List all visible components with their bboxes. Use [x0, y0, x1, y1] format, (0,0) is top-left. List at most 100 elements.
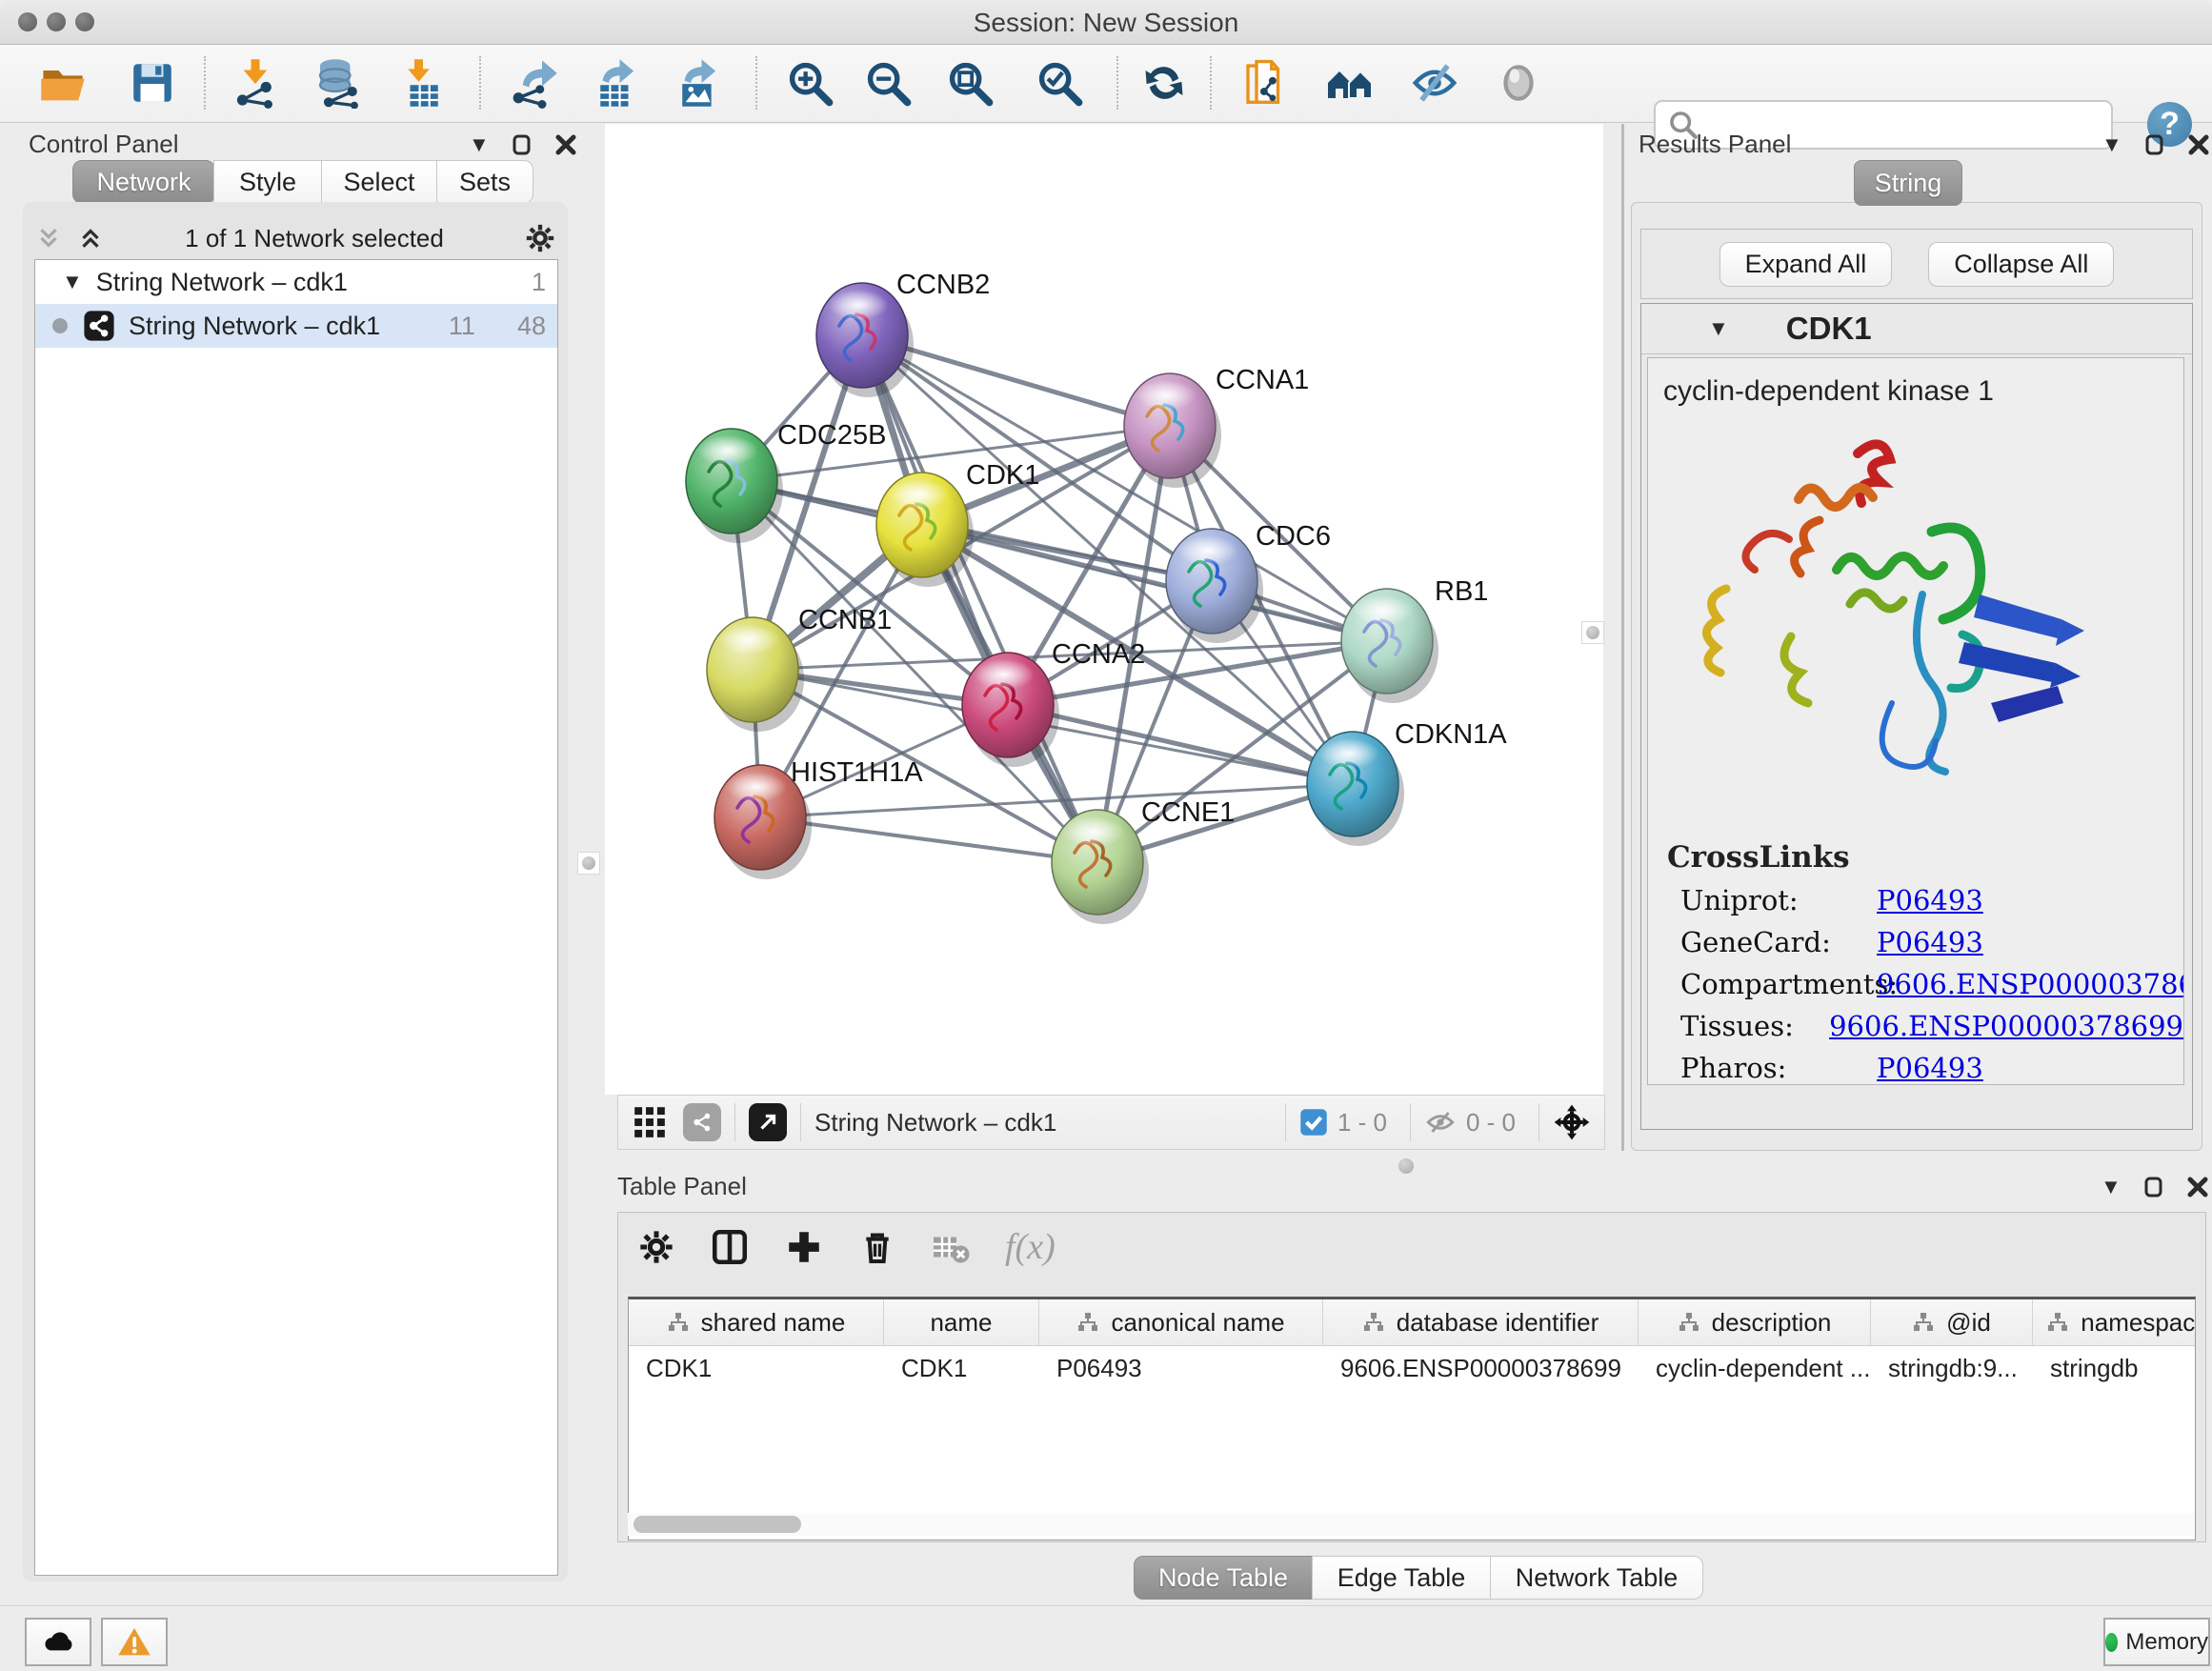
zoom-fit-button[interactable]: [939, 52, 1000, 113]
tab-string[interactable]: String: [1854, 160, 1962, 206]
network-node-CDC25B[interactable]: [686, 429, 783, 543]
refresh-view-button[interactable]: [1134, 52, 1195, 113]
string-home-button[interactable]: [1320, 52, 1381, 113]
table-cell[interactable]: 9606.ENSP00000378699: [1323, 1354, 1639, 1383]
panel-menu-icon[interactable]: ▼: [469, 134, 490, 155]
expand-all-button[interactable]: Expand All: [1719, 242, 1893, 287]
crosslink-compartments-link[interactable]: 9606.ENSP00000378699: [1877, 968, 2184, 1000]
close-panel-icon[interactable]: [554, 133, 577, 156]
column-header-description[interactable]: description: [1639, 1299, 1871, 1345]
clone-network-button[interactable]: [1235, 52, 1296, 113]
grid-view-icon[interactable]: [632, 1104, 668, 1140]
close-panel-icon[interactable]: [2186, 1176, 2209, 1198]
panel-menu-icon[interactable]: ▼: [2101, 1177, 2122, 1198]
tab-edge-table[interactable]: Edge Table: [1312, 1556, 1491, 1600]
tab-network[interactable]: Network: [72, 160, 215, 204]
table-cell[interactable]: P06493: [1039, 1354, 1323, 1383]
show-columns-icon[interactable]: [710, 1227, 750, 1267]
open-session-button[interactable]: [32, 52, 93, 113]
memory-button[interactable]: Memory: [2103, 1618, 2210, 1666]
column-header-database-identifier[interactable]: database identifier: [1323, 1299, 1639, 1345]
float-panel-icon[interactable]: [2143, 133, 2166, 156]
delete-column-icon[interactable]: [858, 1228, 896, 1266]
right-splitter[interactable]: [1621, 124, 1624, 1151]
expand-collapse-box: Expand All Collapse All: [1640, 229, 2193, 299]
table-cell[interactable]: CDK1: [884, 1354, 1039, 1383]
zoom-selected-button[interactable]: [1029, 52, 1090, 113]
close-panel-icon[interactable]: [2187, 133, 2210, 156]
float-panel-icon[interactable]: [511, 133, 533, 156]
gene-section-header[interactable]: ▼ CDK1: [1641, 304, 2192, 354]
network-node-CDK1[interactable]: [876, 473, 974, 587]
scrollbar-thumb[interactable]: [633, 1516, 801, 1533]
import-network-button[interactable]: [225, 52, 286, 113]
show-graphics-details-button[interactable]: [1488, 52, 1549, 113]
zoom-out-button[interactable]: [857, 52, 918, 113]
table-body: CDK1CDK1P064939606.ENSP00000378699cyclin…: [629, 1346, 2195, 1390]
collapse-all-chevron-icon[interactable]: [34, 224, 63, 252]
crosslink-pharos-link[interactable]: P06493: [1877, 1052, 1983, 1084]
pan-crosshair-icon[interactable]: [1553, 1103, 1591, 1141]
toolbar-divider: [800, 1103, 801, 1141]
crosslink-uniprot-link[interactable]: P06493: [1877, 884, 1983, 916]
tab-sets[interactable]: Sets: [436, 160, 533, 204]
left-splitter-handle[interactable]: [577, 852, 600, 875]
detach-view-icon[interactable]: [749, 1103, 787, 1141]
column-header-canonical-name[interactable]: canonical name: [1039, 1299, 1323, 1345]
crosslink-tissues-link[interactable]: 9606.ENSP00000378699: [1829, 1010, 2183, 1042]
network-node-CCNA2[interactable]: [962, 653, 1059, 767]
export-network-button[interactable]: [503, 52, 564, 113]
table-horizontal-scrollbar[interactable]: [628, 1513, 2194, 1536]
network-canvas[interactable]: CCNB2CCNA1CDC25BCDK1CDC6RB1CCNB1CCNA2CDK…: [605, 124, 1603, 1095]
right-splitter-handle[interactable]: [1581, 621, 1604, 644]
hide-graphics-details-button[interactable]: [1404, 52, 1465, 113]
network-node-CCNB2[interactable]: [816, 283, 914, 397]
network-node-count: 11: [449, 312, 475, 341]
node-label-RB1: RB1: [1435, 576, 1488, 607]
export-table-button[interactable]: [585, 52, 646, 113]
network-collection-row[interactable]: ▼ String Network – cdk1 1: [35, 260, 557, 304]
tab-select[interactable]: Select: [321, 160, 437, 204]
table-row[interactable]: CDK1CDK1P064939606.ENSP00000378699cyclin…: [629, 1346, 2195, 1390]
network-view-toolbar: String Network – cdk1 1 - 0 0 - 0: [617, 1095, 1605, 1150]
table-cell[interactable]: cyclin-dependent ...: [1639, 1354, 1871, 1383]
network-node-CCNA1[interactable]: [1124, 373, 1221, 488]
import-from-database-button[interactable]: [307, 52, 368, 113]
collapse-all-button[interactable]: Collapse All: [1928, 242, 2114, 287]
crosslink-genecard-link[interactable]: P06493: [1877, 926, 1983, 958]
import-table-button[interactable]: [392, 52, 453, 113]
tab-node-table[interactable]: Node Table: [1134, 1556, 1313, 1600]
float-panel-icon[interactable]: [2142, 1176, 2165, 1198]
export-image-button[interactable]: [667, 52, 728, 113]
panel-menu-icon[interactable]: ▼: [2101, 134, 2122, 155]
save-session-button[interactable]: [122, 52, 183, 113]
zoom-in-button[interactable]: [779, 52, 840, 113]
collection-disclosure-icon[interactable]: ▼: [62, 272, 83, 292]
add-column-icon[interactable]: [784, 1227, 824, 1267]
network-node-CCNE1[interactable]: [1052, 810, 1149, 924]
column-header-shared-name[interactable]: shared name: [629, 1299, 884, 1345]
gene-disclosure-icon[interactable]: ▼: [1708, 318, 1729, 339]
table-cell[interactable]: stringdb:9...: [1871, 1354, 2033, 1383]
gear-icon[interactable]: [524, 222, 556, 254]
network-node-RB1[interactable]: [1341, 589, 1438, 703]
column-header-namespace[interactable]: namespace: [2033, 1299, 2196, 1345]
column-header-name[interactable]: name: [884, 1299, 1039, 1345]
tab-network-table[interactable]: Network Table: [1490, 1556, 1703, 1600]
network-share-view-icon[interactable]: [683, 1103, 721, 1141]
network-node-CDKN1A[interactable]: [1307, 732, 1404, 846]
warnings-button[interactable]: [101, 1618, 168, 1666]
table-cell[interactable]: CDK1: [629, 1354, 884, 1383]
cloud-status-button[interactable]: [25, 1618, 91, 1666]
toolbar-divider: [1410, 1103, 1411, 1141]
expand-all-chevron-icon[interactable]: [76, 224, 105, 252]
tab-style[interactable]: Style: [213, 160, 322, 204]
table-cell[interactable]: stringdb: [2033, 1354, 2196, 1383]
protein-structure-image: [1677, 417, 2124, 836]
selected-checkbox-icon[interactable]: [1299, 1108, 1328, 1137]
current-network-name: String Network – cdk1: [814, 1108, 1056, 1137]
column-header--id[interactable]: @id: [1871, 1299, 2033, 1345]
network-edge-CCNA2-CDKN1A[interactable]: [1008, 705, 1353, 784]
table-gear-icon[interactable]: [637, 1228, 675, 1266]
network-row[interactable]: String Network – cdk1 11 48: [35, 304, 557, 348]
